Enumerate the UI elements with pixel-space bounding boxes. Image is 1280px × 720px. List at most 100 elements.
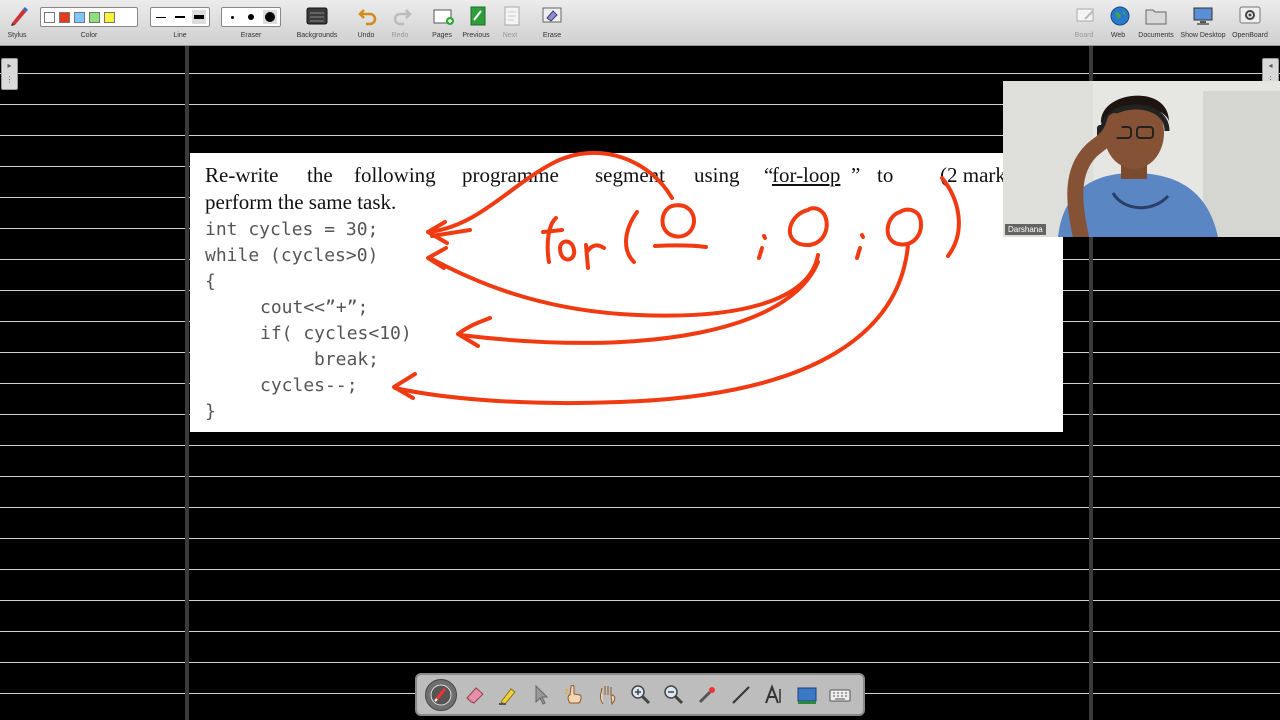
- ruled-line: [0, 507, 1280, 508]
- line-thick-option[interactable]: [191, 10, 206, 24]
- zoom-in-icon: [631, 684, 650, 704]
- question-line-2: perform the same task.: [205, 190, 397, 214]
- color-group: Color: [40, 3, 138, 45]
- laser-pointer-tool-button[interactable]: [692, 680, 722, 710]
- show-desktop-label: Show Desktop: [1180, 32, 1226, 39]
- erase-icon: [535, 3, 569, 29]
- stylus-button[interactable]: Stylus: [2, 3, 32, 39]
- color-yellow-swatch[interactable]: [104, 11, 115, 23]
- bottom-tool-dock: [415, 673, 865, 716]
- eraser-medium-option[interactable]: [244, 10, 258, 24]
- question-word: Re-write: [205, 163, 279, 187]
- ruled-line: [0, 476, 1280, 477]
- code-line-2: while (cycles>0): [205, 245, 379, 266]
- pages-label: Pages: [432, 32, 452, 39]
- interact-tool-button[interactable]: [559, 680, 589, 710]
- ruled-line: [0, 600, 1280, 601]
- documents-button[interactable]: Documents: [1136, 3, 1176, 39]
- show-desktop-button[interactable]: Show Desktop: [1180, 3, 1226, 39]
- previous-label: Previous: [462, 32, 490, 39]
- eraser-large-option[interactable]: [262, 10, 277, 24]
- color-palette: [40, 7, 138, 27]
- participant-name: Darshana: [1005, 224, 1046, 235]
- margin-line-left: [185, 46, 189, 720]
- folder-icon: [1139, 3, 1173, 29]
- next-label: Next: [502, 32, 518, 39]
- board-button[interactable]: Board: [1069, 3, 1099, 39]
- line-label: Line: [173, 32, 187, 39]
- openboard-button[interactable]: OpenBoard: [1230, 3, 1270, 39]
- backgrounds-button[interactable]: Backgrounds: [295, 3, 339, 39]
- add-page-icon: [427, 3, 461, 29]
- stylus-label: Stylus: [7, 32, 27, 39]
- quote-close: ”: [851, 163, 861, 187]
- arrow-cursor-icon: [535, 684, 549, 705]
- documents-label: Documents: [1138, 32, 1174, 39]
- question-word: to: [877, 163, 894, 187]
- eraser-group: Eraser: [221, 3, 281, 45]
- capture-tool-button[interactable]: [792, 680, 822, 710]
- next-button[interactable]: Next: [495, 3, 525, 39]
- pen-tool-button[interactable]: [424, 678, 457, 711]
- color-red-swatch[interactable]: [59, 11, 70, 23]
- laser-pointer-icon: [699, 686, 716, 703]
- ruled-line: [0, 662, 1280, 663]
- top-toolbar: Stylus Color Line Eraser Backgrounds Und…: [0, 0, 1280, 46]
- board-icon: [1069, 3, 1103, 29]
- undo-icon: [351, 3, 385, 29]
- web-button[interactable]: Web: [1103, 3, 1133, 39]
- screen-capture-icon: [797, 687, 817, 704]
- question-image[interactable]: Re-write the following programme segment…: [190, 153, 1063, 432]
- color-white-swatch[interactable]: [44, 11, 55, 23]
- globe-icon: [1103, 3, 1137, 29]
- color-green-swatch[interactable]: [89, 11, 100, 23]
- webcam-feed[interactable]: Darshana: [1003, 81, 1280, 237]
- select-tool-button[interactable]: [526, 680, 556, 710]
- line-thin-option[interactable]: [154, 10, 168, 24]
- color-blue-swatch[interactable]: [74, 11, 85, 23]
- code-line-1: int cycles = 30;: [205, 219, 379, 240]
- line-tool-button[interactable]: [726, 680, 756, 710]
- erase-button[interactable]: Erase: [535, 3, 569, 39]
- question-word: following: [354, 163, 436, 187]
- ruled-line: [0, 538, 1280, 539]
- zoom-out-tool-button[interactable]: [659, 680, 689, 710]
- undo-label: Undo: [357, 32, 375, 39]
- undo-button[interactable]: Undo: [351, 3, 381, 39]
- erase-label: Erase: [542, 32, 562, 39]
- for-loop-keyword: for-loop: [772, 163, 841, 187]
- line-group: Line: [150, 3, 210, 45]
- text-tool-button[interactable]: [759, 680, 789, 710]
- stylus-icon: [2, 3, 36, 29]
- ruled-line: [0, 631, 1280, 632]
- hand-tool-button[interactable]: [593, 680, 623, 710]
- code-line-4: cout<<”+”;: [260, 297, 369, 318]
- keyboard-tool-button[interactable]: [825, 680, 855, 710]
- openboard-label: OpenBoard: [1232, 32, 1268, 39]
- board-label: Board: [1074, 32, 1094, 39]
- presenter-video-icon: [1003, 81, 1280, 237]
- zoom-out-icon: [664, 684, 684, 704]
- eraser-small-option[interactable]: [225, 10, 239, 24]
- highlighter-tool-button[interactable]: [493, 680, 523, 710]
- question-word: using: [694, 163, 740, 187]
- pages-button[interactable]: Pages: [427, 3, 457, 39]
- previous-button[interactable]: Previous: [461, 3, 491, 39]
- line-medium-option[interactable]: [173, 10, 187, 24]
- code-line-3: {: [205, 271, 216, 292]
- eraser-icon: [466, 686, 484, 704]
- pen-icon: [430, 684, 452, 705]
- zoom-in-tool-button[interactable]: [626, 680, 656, 710]
- code-line-5: if( cycles<10): [260, 323, 412, 344]
- redo-button[interactable]: Redo: [385, 3, 415, 39]
- backgrounds-label: Backgrounds: [296, 32, 338, 39]
- eraser-size-options: [221, 7, 281, 27]
- eraser-label: Eraser: [240, 32, 262, 39]
- hand-icon: [599, 685, 615, 705]
- ruled-line: [0, 73, 1280, 74]
- eraser-tool-button[interactable]: [460, 680, 490, 710]
- previous-page-icon: [461, 3, 495, 29]
- desktop-icon: [1186, 3, 1220, 29]
- gear-icon: [1233, 3, 1267, 29]
- left-panel-tab[interactable]: ▸ ⋮: [1, 58, 18, 90]
